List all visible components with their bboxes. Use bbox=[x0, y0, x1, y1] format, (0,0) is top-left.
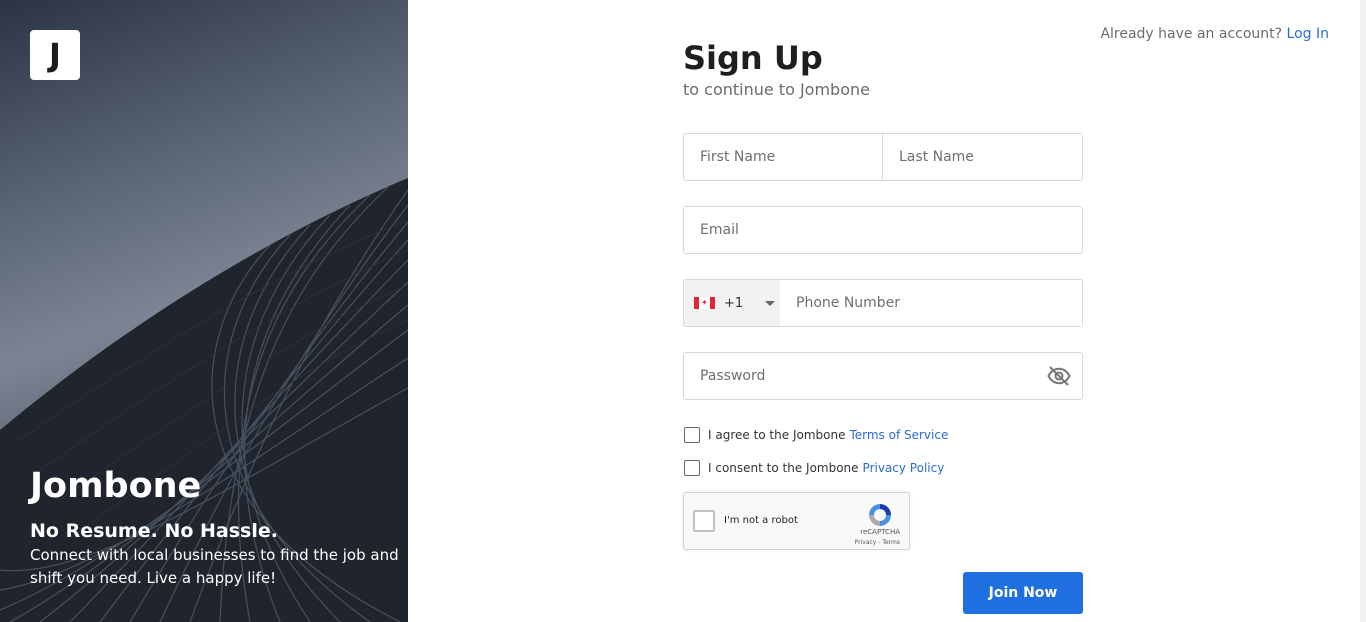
recaptcha-widget: I'm not a robot reCAPTCHA Privacy - Term… bbox=[683, 492, 910, 550]
chevron-down-icon bbox=[765, 300, 776, 306]
country-code-value: +1 bbox=[724, 295, 744, 311]
hero-tagline: No Resume. No Hassle. bbox=[30, 520, 278, 542]
login-link[interactable]: Log In bbox=[1287, 26, 1329, 42]
recaptcha-terms[interactable]: Privacy - Terms bbox=[855, 539, 900, 546]
login-prompt-text: Already have an account? bbox=[1100, 26, 1283, 42]
privacy-checkbox-row: I consent to the Jombone Privacy Policy bbox=[684, 460, 944, 476]
privacy-text: I consent to the Jombone bbox=[708, 461, 859, 475]
phone-field-group: ✦ +1 bbox=[683, 279, 1083, 327]
hero-panel: J Jombone No Resume. No Hassle. Connect … bbox=[0, 0, 408, 622]
recaptcha-logo-icon bbox=[869, 504, 891, 526]
page-scrollbar[interactable] bbox=[1360, 0, 1366, 622]
terms-of-service-link[interactable]: Terms of Service bbox=[849, 428, 948, 442]
canada-flag-icon: ✦ bbox=[694, 297, 715, 309]
recaptcha-label: I'm not a robot bbox=[724, 515, 798, 526]
login-prompt: Already have an account? Log In bbox=[1100, 26, 1329, 42]
recaptcha-checkbox[interactable] bbox=[693, 510, 715, 532]
privacy-policy-link[interactable]: Privacy Policy bbox=[863, 461, 945, 475]
privacy-checkbox[interactable] bbox=[684, 460, 700, 476]
email-field[interactable] bbox=[683, 206, 1083, 254]
page-title: Sign Up bbox=[683, 39, 823, 77]
password-field[interactable] bbox=[683, 352, 1083, 400]
country-code-select[interactable]: ✦ +1 bbox=[684, 280, 780, 326]
terms-checkbox-row: I agree to the Jombone Terms of Service bbox=[684, 427, 948, 443]
last-name-field[interactable] bbox=[882, 133, 1083, 181]
signup-header: Sign Up to continue to Jombone bbox=[683, 38, 1083, 99]
jombone-logo[interactable]: J bbox=[30, 30, 80, 80]
recaptcha-brand: reCAPTCHA bbox=[860, 528, 900, 536]
hero-text: Jombone No Resume. No Hassle. Connect wi… bbox=[30, 466, 400, 590]
first-name-field[interactable] bbox=[683, 133, 883, 181]
phone-number-field[interactable] bbox=[780, 280, 1082, 326]
hero-description: Connect with local businesses to find th… bbox=[30, 546, 399, 587]
eye-off-icon[interactable] bbox=[1047, 364, 1071, 388]
terms-checkbox[interactable] bbox=[684, 427, 700, 443]
hero-brand: Jombone bbox=[30, 466, 202, 506]
terms-text: I agree to the Jombone bbox=[708, 428, 846, 442]
page-subtitle: to continue to Jombone bbox=[683, 80, 870, 99]
join-now-button[interactable]: Join Now bbox=[963, 572, 1083, 614]
